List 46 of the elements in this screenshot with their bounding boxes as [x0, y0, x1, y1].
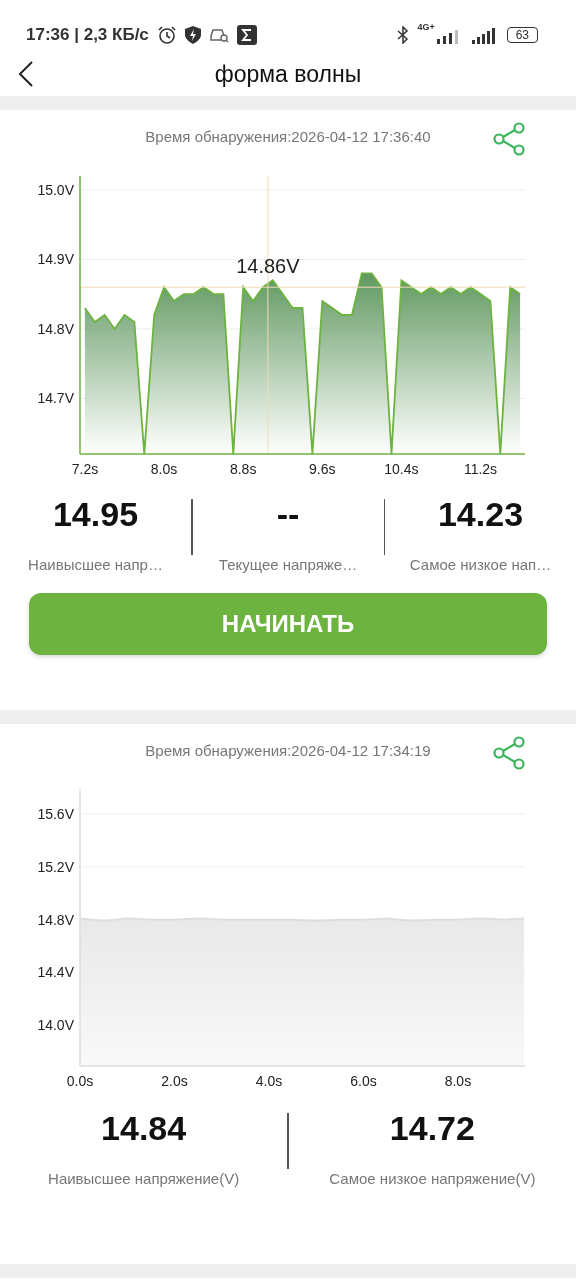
voltage-label: Наивысшее напр…: [28, 556, 163, 573]
y-axis-label: 14.7V: [37, 390, 74, 407]
y-axis-label: 15.2V: [37, 858, 74, 875]
y-axis-label: 15.6V: [37, 806, 74, 823]
car-search-icon: [208, 27, 229, 43]
share-icon[interactable]: [492, 122, 526, 156]
x-axis-label: 0.0s: [66, 1073, 94, 1089]
y-axis-label: 14.0V: [37, 1017, 74, 1034]
x-axis-label: 8.0s: [444, 1073, 472, 1089]
bluetooth-icon: [397, 26, 410, 44]
page-title: форма волны: [214, 60, 362, 88]
x-axis-label: 11.2s: [463, 461, 498, 475]
y-axis-label: 14.8V: [37, 320, 74, 337]
voltage-value: 14.95: [52, 495, 139, 534]
y-axis-label: 14.4V: [37, 964, 74, 981]
y-axis-label: 14.8V: [37, 911, 74, 928]
network-type: 4G+: [417, 22, 435, 32]
detection-time: Время обнаружения:2026-04-12 17:36:40: [145, 128, 431, 147]
voltage-value: --: [276, 495, 300, 534]
voltage-label: Самое низкое нап…: [409, 556, 552, 573]
x-axis-label: 9.6s: [309, 461, 336, 475]
status-time: 17:36 | 2,3 КБ/с: [26, 25, 149, 45]
x-axis-label: 7.2s: [71, 461, 99, 475]
voltage-value: 14.23: [437, 495, 524, 534]
battery-level: 63: [506, 27, 538, 43]
crosshair-value: 14.86V: [236, 255, 300, 278]
x-axis-label: 4.0s: [255, 1073, 283, 1089]
voltage-label: Наивысшее напряжение(V): [48, 1170, 240, 1187]
share-icon[interactable]: [492, 736, 526, 770]
voltage-value: 14.84: [101, 1109, 187, 1148]
x-axis-label: 6.0s: [350, 1073, 377, 1089]
x-axis-label: 2.0s: [161, 1073, 188, 1089]
voltage-label: Самое низкое напряжение(V): [329, 1170, 536, 1187]
alarm-clock-icon: [156, 25, 177, 45]
x-axis-label: 8.8s: [229, 461, 257, 475]
sigma-icon: [236, 25, 257, 45]
y-axis-label: 15.0V: [37, 181, 74, 198]
detection-time: Время обнаружения:2026-04-12 17:34:19: [145, 742, 431, 761]
shield-icon: [184, 26, 201, 44]
voltage-value: 14.72: [389, 1109, 475, 1148]
y-axis-label: 14.9V: [37, 251, 74, 268]
start-button[interactable]: НАЧИНАТЬ: [29, 593, 547, 655]
back-icon[interactable]: [18, 60, 34, 88]
voltage-label: Текущее напряже…: [218, 556, 358, 573]
x-axis-label: 8.0s: [150, 461, 178, 475]
x-axis-label: 10.4s: [384, 461, 419, 475]
